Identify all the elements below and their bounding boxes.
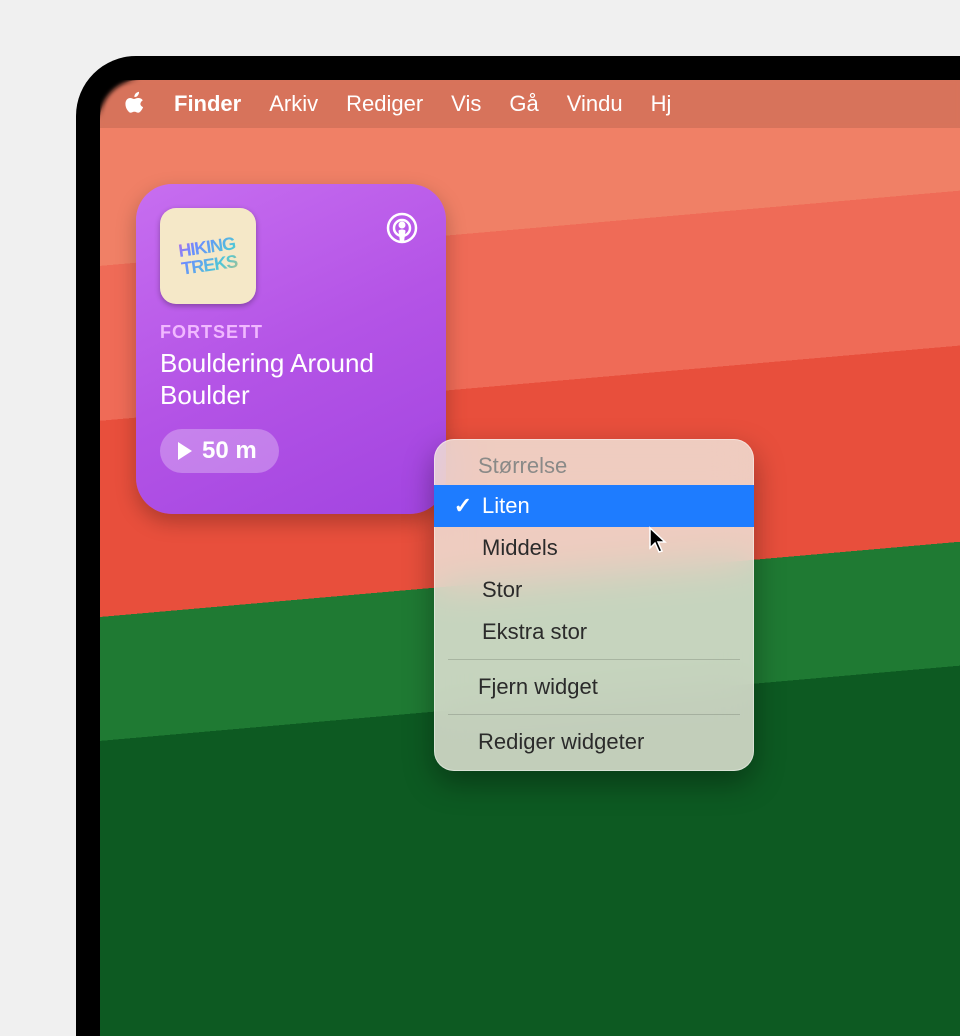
menubar-item-vis[interactable]: Vis <box>451 91 481 117</box>
apple-logo-icon[interactable] <box>124 91 146 117</box>
widget-title: Bouldering Around Boulder <box>160 347 422 411</box>
remove-widget-item[interactable]: Fjern widget <box>434 666 754 708</box>
size-option-stor[interactable]: ✓ Stor <box>434 569 754 611</box>
menubar-item-hjelp[interactable]: Hj <box>651 91 672 117</box>
size-option-label: Middels <box>482 535 558 561</box>
menu-divider <box>448 714 740 715</box>
checkmark-icon: ✓ <box>452 493 474 519</box>
device-frame: Finder Arkiv Rediger Vis Gå Vindu Hj HIK… <box>76 56 960 1036</box>
edit-widgets-item[interactable]: Rediger widgeter <box>434 721 754 763</box>
size-option-liten[interactable]: ✓ Liten <box>434 485 754 527</box>
menubar-app-name[interactable]: Finder <box>174 91 241 117</box>
menubar: Finder Arkiv Rediger Vis Gå Vindu Hj <box>100 80 960 128</box>
duration-label: 50 m <box>202 437 257 465</box>
size-option-ekstra-stor[interactable]: ✓ Ekstra stor <box>434 611 754 653</box>
menubar-item-rediger[interactable]: Rediger <box>346 91 423 117</box>
menubar-item-arkiv[interactable]: Arkiv <box>269 91 318 117</box>
podcast-artwork: HIKING TREKS <box>160 208 256 304</box>
edit-widgets-label: Rediger widgeter <box>478 729 644 755</box>
play-button[interactable]: 50 m <box>160 429 279 473</box>
play-icon <box>178 442 192 460</box>
menubar-item-ga[interactable]: Gå <box>509 91 538 117</box>
context-menu-header: Størrelse <box>434 447 754 485</box>
size-option-label: Liten <box>482 493 530 519</box>
menubar-item-vindu[interactable]: Vindu <box>567 91 623 117</box>
size-option-middels[interactable]: ✓ Middels <box>434 527 754 569</box>
widget-subtitle: FORTSETT <box>160 322 422 343</box>
size-option-label: Ekstra stor <box>482 619 587 645</box>
podcasts-icon <box>382 208 422 248</box>
podcast-widget[interactable]: HIKING TREKS FORTSETT Bouldering Around … <box>136 184 446 514</box>
remove-widget-label: Fjern widget <box>478 674 598 700</box>
artwork-label: HIKING TREKS <box>160 231 256 280</box>
widget-context-menu: Størrelse ✓ Liten ✓ Middels ✓ Stor ✓ Eks… <box>434 439 754 771</box>
desktop: Finder Arkiv Rediger Vis Gå Vindu Hj HIK… <box>100 80 960 1036</box>
size-option-label: Stor <box>482 577 522 603</box>
menu-divider <box>448 659 740 660</box>
